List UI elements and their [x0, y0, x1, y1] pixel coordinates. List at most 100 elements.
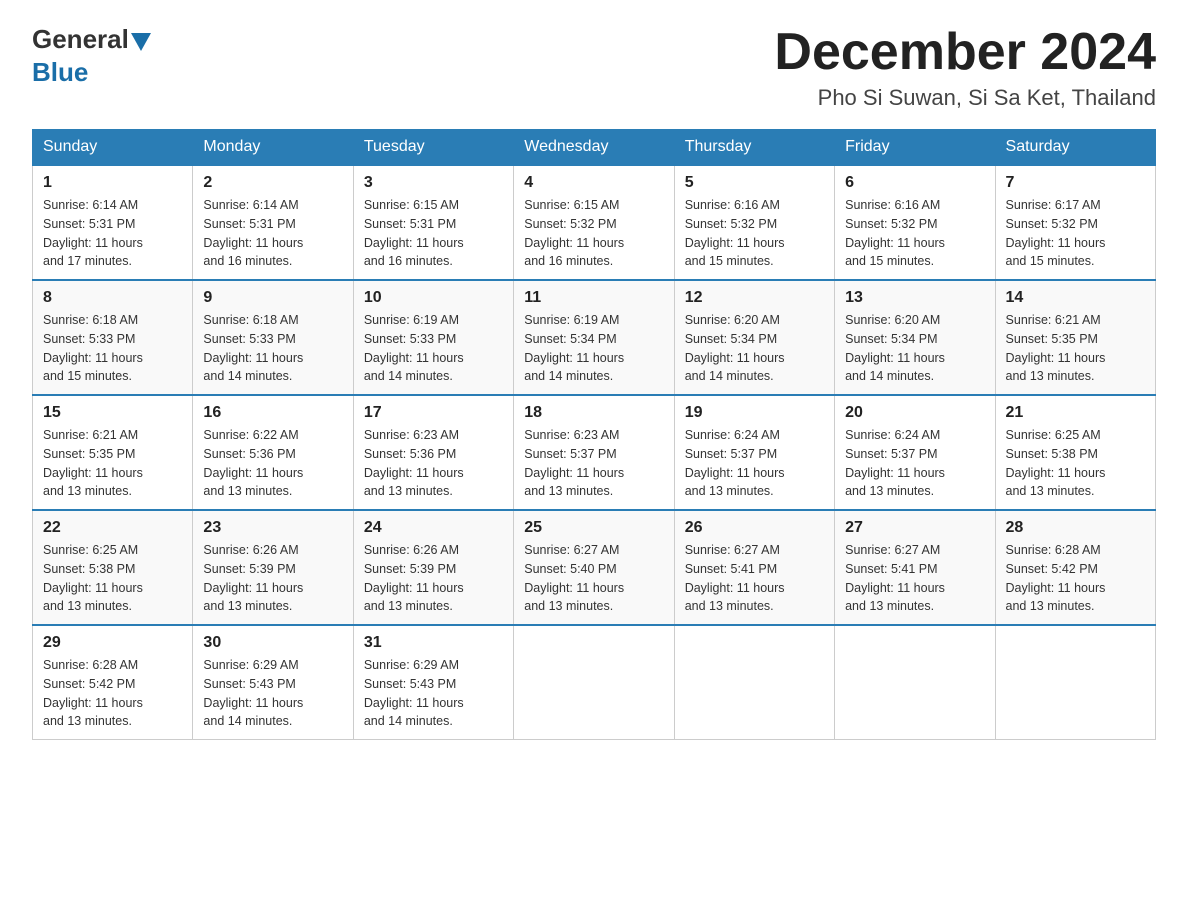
day-info: Sunrise: 6:19 AMSunset: 5:33 PMDaylight:… — [364, 311, 503, 386]
calendar-cell: 10 Sunrise: 6:19 AMSunset: 5:33 PMDayligh… — [353, 280, 513, 395]
logo-general-text: General — [32, 24, 129, 55]
day-number: 5 — [685, 174, 824, 192]
day-number: 19 — [685, 404, 824, 422]
day-info: Sunrise: 6:19 AMSunset: 5:34 PMDaylight:… — [524, 311, 663, 386]
day-number: 31 — [364, 634, 503, 652]
column-header-monday: Monday — [193, 130, 353, 166]
calendar-cell: 12 Sunrise: 6:20 AMSunset: 5:34 PMDayligh… — [674, 280, 834, 395]
day-number: 13 — [845, 289, 984, 307]
calendar-cell — [514, 625, 674, 740]
day-info: Sunrise: 6:27 AMSunset: 5:40 PMDaylight:… — [524, 541, 663, 616]
calendar-cell: 27Sunrise: 6:27 AMSunset: 5:41 PMDayligh… — [835, 510, 995, 625]
day-number: 17 — [364, 404, 503, 422]
month-title: December 2024 — [774, 24, 1156, 81]
day-info: Sunrise: 6:23 AMSunset: 5:36 PMDaylight:… — [364, 426, 503, 501]
calendar-cell: 1 Sunrise: 6:14 AMSunset: 5:31 PMDaylight… — [33, 165, 193, 280]
calendar-cell: 28Sunrise: 6:28 AMSunset: 5:42 PMDayligh… — [995, 510, 1155, 625]
day-number: 21 — [1006, 404, 1145, 422]
day-number: 14 — [1006, 289, 1145, 307]
day-number: 7 — [1006, 174, 1145, 192]
calendar-table: SundayMondayTuesdayWednesdayThursdayFrid… — [32, 129, 1156, 740]
day-info: Sunrise: 6:21 AMSunset: 5:35 PMDaylight:… — [1006, 311, 1145, 386]
calendar-cell: 21 Sunrise: 6:25 AMSunset: 5:38 PMDayligh… — [995, 395, 1155, 510]
day-info: Sunrise: 6:18 AMSunset: 5:33 PMDaylight:… — [203, 311, 342, 386]
calendar-cell: 6 Sunrise: 6:16 AMSunset: 5:32 PMDaylight… — [835, 165, 995, 280]
calendar-cell: 19Sunrise: 6:24 AMSunset: 5:37 PMDayligh… — [674, 395, 834, 510]
day-number: 18 — [524, 404, 663, 422]
day-info: Sunrise: 6:27 AMSunset: 5:41 PMDaylight:… — [685, 541, 824, 616]
day-number: 20 — [845, 404, 984, 422]
day-info: Sunrise: 6:28 AMSunset: 5:42 PMDaylight:… — [1006, 541, 1145, 616]
day-info: Sunrise: 6:16 AMSunset: 5:32 PMDaylight:… — [685, 196, 824, 271]
calendar-header-row: SundayMondayTuesdayWednesdayThursdayFrid… — [33, 130, 1156, 166]
column-header-friday: Friday — [835, 130, 995, 166]
day-info: Sunrise: 6:25 AMSunset: 5:38 PMDaylight:… — [43, 541, 182, 616]
day-info: Sunrise: 6:16 AMSunset: 5:32 PMDaylight:… — [845, 196, 984, 271]
calendar-cell: 22 Sunrise: 6:25 AMSunset: 5:38 PMDayligh… — [33, 510, 193, 625]
calendar-cell — [835, 625, 995, 740]
day-info: Sunrise: 6:22 AMSunset: 5:36 PMDaylight:… — [203, 426, 342, 501]
calendar-cell: 3Sunrise: 6:15 AMSunset: 5:31 PMDaylight… — [353, 165, 513, 280]
day-number: 29 — [43, 634, 182, 652]
day-number: 23 — [203, 519, 342, 537]
day-number: 25 — [524, 519, 663, 537]
day-number: 27 — [845, 519, 984, 537]
day-number: 1 — [43, 174, 182, 192]
column-header-thursday: Thursday — [674, 130, 834, 166]
calendar-cell: 14 Sunrise: 6:21 AMSunset: 5:35 PMDayligh… — [995, 280, 1155, 395]
day-info: Sunrise: 6:28 AMSunset: 5:42 PMDaylight:… — [43, 656, 182, 731]
calendar-cell — [995, 625, 1155, 740]
calendar-cell: 31 Sunrise: 6:29 AMSunset: 5:43 PMDayligh… — [353, 625, 513, 740]
logo-triangle-icon — [131, 33, 151, 51]
day-info: Sunrise: 6:29 AMSunset: 5:43 PMDaylight:… — [203, 656, 342, 731]
day-info: Sunrise: 6:15 AMSunset: 5:31 PMDaylight:… — [364, 196, 503, 271]
day-number: 2 — [203, 174, 342, 192]
day-info: Sunrise: 6:20 AMSunset: 5:34 PMDaylight:… — [685, 311, 824, 386]
day-info: Sunrise: 6:15 AMSunset: 5:32 PMDaylight:… — [524, 196, 663, 271]
day-number: 6 — [845, 174, 984, 192]
day-info: Sunrise: 6:24 AMSunset: 5:37 PMDaylight:… — [845, 426, 984, 501]
day-info: Sunrise: 6:20 AMSunset: 5:34 PMDaylight:… — [845, 311, 984, 386]
day-number: 10 — [364, 289, 503, 307]
calendar-cell: 11 Sunrise: 6:19 AMSunset: 5:34 PMDayligh… — [514, 280, 674, 395]
day-info: Sunrise: 6:23 AMSunset: 5:37 PMDaylight:… — [524, 426, 663, 501]
column-header-tuesday: Tuesday — [353, 130, 513, 166]
calendar-week-row: 15 Sunrise: 6:21 AMSunset: 5:35 PMDayligh… — [33, 395, 1156, 510]
day-number: 4 — [524, 174, 663, 192]
calendar-cell: 17 Sunrise: 6:23 AMSunset: 5:36 PMDayligh… — [353, 395, 513, 510]
day-number: 11 — [524, 289, 663, 307]
calendar-cell: 16 Sunrise: 6:22 AMSunset: 5:36 PMDayligh… — [193, 395, 353, 510]
day-info: Sunrise: 6:29 AMSunset: 5:43 PMDaylight:… — [364, 656, 503, 731]
day-number: 15 — [43, 404, 182, 422]
calendar-cell: 4 Sunrise: 6:15 AMSunset: 5:32 PMDaylight… — [514, 165, 674, 280]
calendar-week-row: 22 Sunrise: 6:25 AMSunset: 5:38 PMDayligh… — [33, 510, 1156, 625]
calendar-cell: 8Sunrise: 6:18 AMSunset: 5:33 PMDaylight… — [33, 280, 193, 395]
day-number: 12 — [685, 289, 824, 307]
calendar-cell: 20 Sunrise: 6:24 AMSunset: 5:37 PMDayligh… — [835, 395, 995, 510]
calendar-week-row: 29 Sunrise: 6:28 AMSunset: 5:42 PMDayligh… — [33, 625, 1156, 740]
calendar-cell: 9Sunrise: 6:18 AMSunset: 5:33 PMDaylight… — [193, 280, 353, 395]
calendar-cell — [674, 625, 834, 740]
calendar-cell: 29 Sunrise: 6:28 AMSunset: 5:42 PMDayligh… — [33, 625, 193, 740]
day-info: Sunrise: 6:26 AMSunset: 5:39 PMDaylight:… — [364, 541, 503, 616]
location-subtitle: Pho Si Suwan, Si Sa Ket, Thailand — [774, 85, 1156, 111]
calendar-cell: 30Sunrise: 6:29 AMSunset: 5:43 PMDayligh… — [193, 625, 353, 740]
calendar-week-row: 8Sunrise: 6:18 AMSunset: 5:33 PMDaylight… — [33, 280, 1156, 395]
day-number: 22 — [43, 519, 182, 537]
day-info: Sunrise: 6:21 AMSunset: 5:35 PMDaylight:… — [43, 426, 182, 501]
calendar-cell: 26 Sunrise: 6:27 AMSunset: 5:41 PMDayligh… — [674, 510, 834, 625]
day-number: 24 — [364, 519, 503, 537]
logo-blue-text: Blue — [32, 57, 88, 88]
day-number: 16 — [203, 404, 342, 422]
calendar-cell: 23Sunrise: 6:26 AMSunset: 5:39 PMDayligh… — [193, 510, 353, 625]
title-area: December 2024 Pho Si Suwan, Si Sa Ket, T… — [774, 24, 1156, 111]
day-number: 26 — [685, 519, 824, 537]
calendar-cell: 13 Sunrise: 6:20 AMSunset: 5:34 PMDayligh… — [835, 280, 995, 395]
day-info: Sunrise: 6:14 AMSunset: 5:31 PMDaylight:… — [43, 196, 182, 271]
column-header-wednesday: Wednesday — [514, 130, 674, 166]
day-info: Sunrise: 6:17 AMSunset: 5:32 PMDaylight:… — [1006, 196, 1145, 271]
calendar-cell: 15 Sunrise: 6:21 AMSunset: 5:35 PMDayligh… — [33, 395, 193, 510]
calendar-cell: 25 Sunrise: 6:27 AMSunset: 5:40 PMDayligh… — [514, 510, 674, 625]
day-info: Sunrise: 6:25 AMSunset: 5:38 PMDaylight:… — [1006, 426, 1145, 501]
column-header-saturday: Saturday — [995, 130, 1155, 166]
